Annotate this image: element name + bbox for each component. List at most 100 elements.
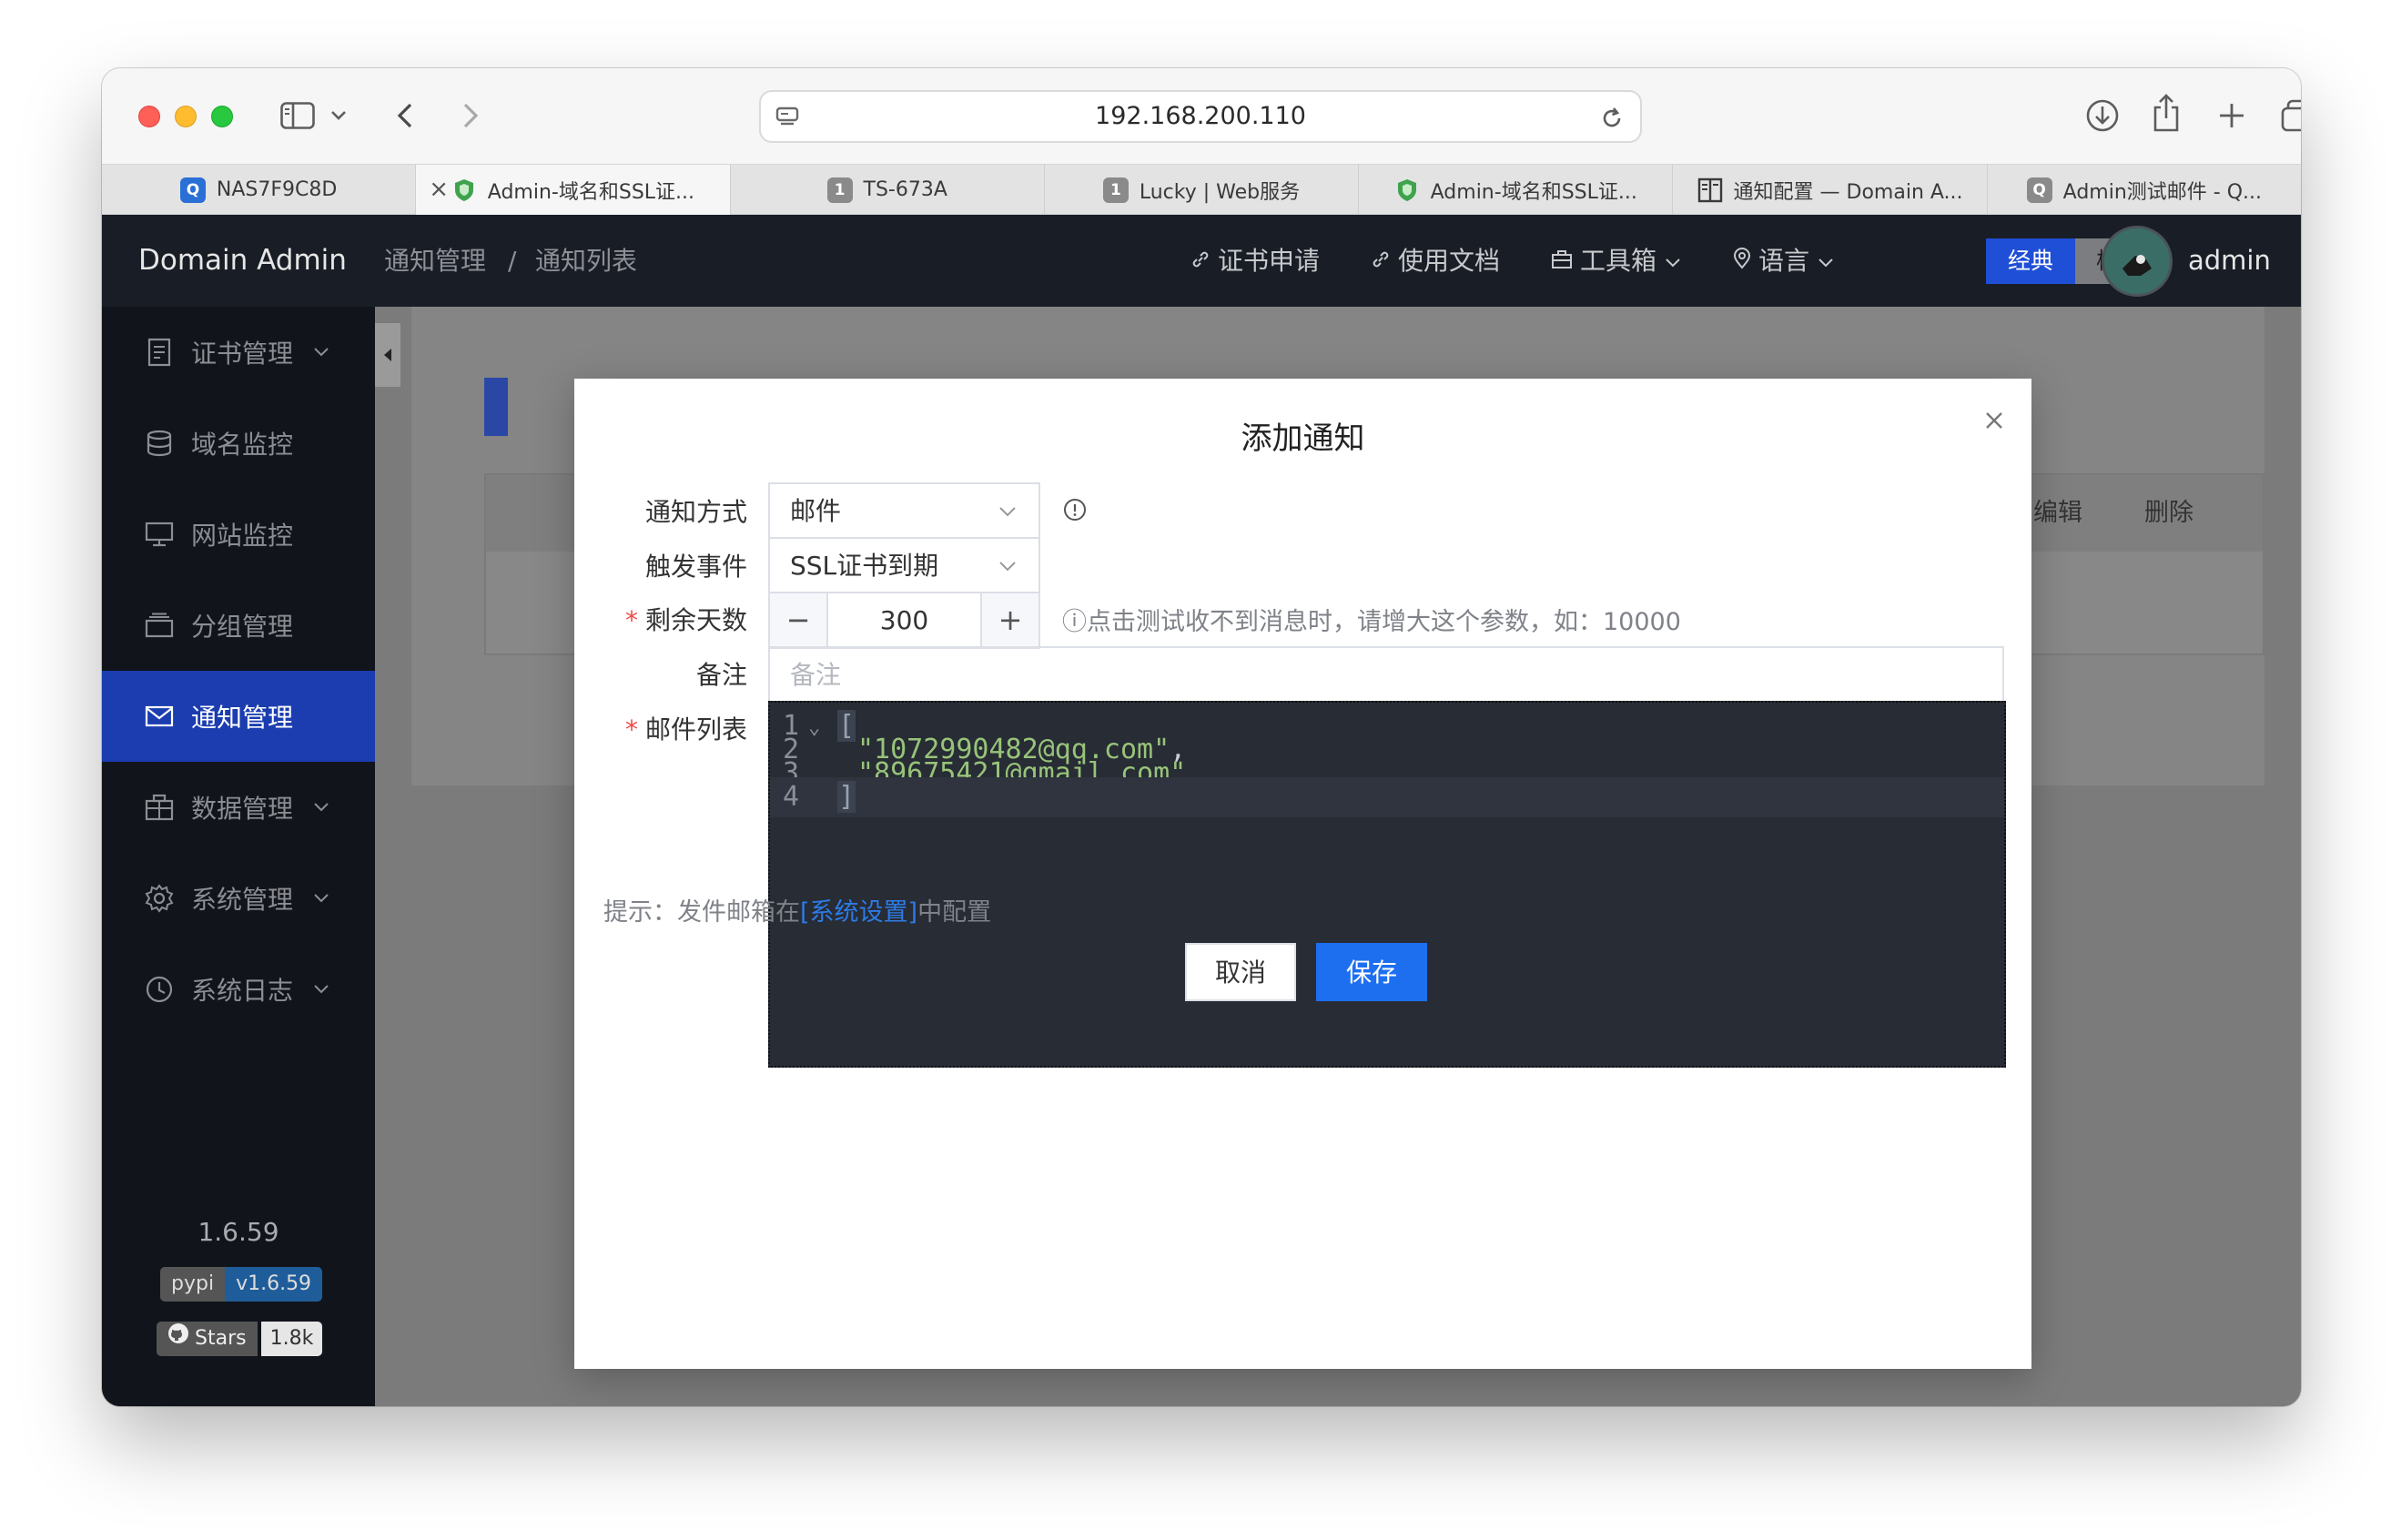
- chevron-down-icon: [313, 889, 329, 908]
- tab-overview-icon[interactable]: [2279, 97, 2301, 134]
- tab-bar: Q NAS7F9C8D × Admin-域名和SSL证... 1 TS-673A…: [102, 165, 2301, 215]
- remaining-days-hint: ⓘ点击测试收不到消息时，请增大这个参数，如：10000: [1062, 608, 1681, 636]
- sidebar-toggle-icon[interactable]: [279, 99, 317, 132]
- tab-title: Admin测试邮件 - Q...: [2062, 180, 2262, 204]
- chevron-down-icon: [313, 798, 329, 817]
- book-icon: [1697, 177, 1723, 203]
- gear-icon: [144, 883, 175, 914]
- email-list-code-editor[interactable]: 1 ⌄ [ 2 "1072990482@qq.com", 3 "89675421…: [768, 701, 2006, 1068]
- new-tab-icon[interactable]: [2215, 99, 2248, 132]
- tab-ts673a[interactable]: 1 TS-673A: [731, 165, 1045, 215]
- q-icon: Q: [179, 177, 206, 203]
- required-mark: *: [624, 605, 638, 635]
- sidebar-item-system-manage[interactable]: 系统管理: [102, 853, 375, 944]
- notify-method-select[interactable]: 邮件: [768, 482, 1040, 540]
- avatar[interactable]: [2102, 226, 2173, 297]
- username[interactable]: admin: [2188, 215, 2271, 307]
- email-list-label: * 邮件列表: [624, 714, 747, 745]
- save-button[interactable]: 保存: [1316, 943, 1427, 1001]
- tab-title: Admin-域名和SSL证...: [1430, 180, 1637, 204]
- close-icon[interactable]: ×: [429, 176, 449, 203]
- tab-title: Lucky | Web服务: [1139, 180, 1301, 204]
- sidebar-item-group-manage[interactable]: 分组管理: [102, 580, 375, 671]
- chevron-down-icon[interactable]: [328, 105, 350, 127]
- reload-icon[interactable]: [1598, 105, 1626, 132]
- tab-nas[interactable]: Q NAS7F9C8D: [102, 165, 417, 215]
- language-menu[interactable]: 语言: [1733, 215, 1835, 307]
- chevron-down-icon: [997, 501, 1018, 522]
- add-notify-dialog: 添加通知 通知方式 邮件 触发事件 SSL证书到期 *剩余天数 − 300 +: [574, 379, 2031, 1369]
- increment-button[interactable]: +: [980, 593, 1038, 647]
- tab-title: NAS7F9C8D: [216, 178, 338, 201]
- database-icon: [144, 428, 175, 459]
- sidebar-item-cert-manage[interactable]: 证书管理: [102, 307, 375, 398]
- toolbox-menu[interactable]: 工具箱: [1551, 215, 1682, 307]
- decrement-button[interactable]: −: [770, 593, 828, 647]
- table-header-delete: 删除: [2144, 499, 2193, 527]
- app-root: Domain Admin 通知管理 / 通知列表 证书申请 使用文档 工具箱 语…: [102, 215, 2301, 1406]
- minimize-window-button[interactable]: [175, 106, 197, 127]
- location-icon: [1733, 215, 1751, 307]
- sidebar: 证书管理 域名监控 网站监控 分组管理 通知管理 数据管理 系统管理 系统日志 …: [102, 307, 375, 1406]
- close-window-button[interactable]: [138, 106, 160, 127]
- clock-icon: [144, 974, 175, 1005]
- remark-input[interactable]: [770, 648, 2002, 702]
- forward-icon[interactable]: [457, 99, 484, 132]
- sidebar-item-domain-monitor[interactable]: 域名监控: [102, 398, 375, 489]
- sidebar-item-notify-manage[interactable]: 通知管理: [102, 671, 375, 762]
- remark-field[interactable]: [768, 646, 2004, 704]
- cancel-button[interactable]: 取消: [1185, 943, 1296, 1001]
- back-icon[interactable]: [391, 99, 419, 132]
- tab-domain-admin-2[interactable]: Admin-域名和SSL证...: [1359, 165, 1674, 215]
- sidebar-item-data-manage[interactable]: 数据管理: [102, 762, 375, 853]
- remark-label: 备注: [695, 660, 747, 690]
- docs-link[interactable]: 使用文档: [1371, 215, 1500, 307]
- share-icon[interactable]: [2150, 92, 2183, 134]
- info-icon[interactable]: [1062, 497, 1088, 522]
- tab-lucky[interactable]: 1 Lucky | Web服务: [1045, 165, 1360, 215]
- breadcrumb-separator: /: [508, 246, 517, 276]
- tab-title: Admin-域名和SSL证...: [487, 180, 695, 204]
- github-stars-badge[interactable]: Stars 1.8k: [157, 1322, 323, 1356]
- zoom-window-button[interactable]: [211, 106, 233, 127]
- config-tip: 提示：发件邮箱在[系统设置]中配置: [603, 898, 992, 927]
- required-mark: *: [624, 714, 638, 745]
- url-text[interactable]: 192.168.200.110: [761, 92, 1640, 141]
- cert-apply-link[interactable]: 证书申请: [1190, 215, 1320, 307]
- add-button-partial[interactable]: [484, 378, 508, 436]
- trigger-event-select[interactable]: SSL证书到期: [768, 537, 1040, 594]
- chevron-down-icon: [1664, 215, 1682, 307]
- tab-domain-admin[interactable]: × Admin-域名和SSL证...: [416, 165, 731, 215]
- browser-window: 192.168.200.110 Q NAS7F9C8D × Admin-域名和S…: [102, 68, 2301, 1406]
- close-icon[interactable]: [1976, 402, 2012, 439]
- system-settings-link[interactable]: [系统设置]: [800, 898, 917, 927]
- mail-icon: [144, 701, 175, 732]
- remaining-days-value[interactable]: 300: [828, 593, 980, 647]
- app-brand[interactable]: Domain Admin: [138, 215, 347, 307]
- tab-notify-config[interactable]: 通知配置 — Domain A...: [1673, 165, 1988, 215]
- notify-method-label: 通知方式: [644, 497, 747, 527]
- shield-icon: [1394, 177, 1420, 203]
- downloads-icon[interactable]: [2084, 97, 2121, 134]
- number-one-icon: 1: [1102, 177, 1129, 203]
- sidebar-item-system-log[interactable]: 系统日志: [102, 944, 375, 1035]
- chevron-down-icon: [313, 343, 329, 362]
- theme-classic-button[interactable]: 经典: [1986, 238, 2075, 284]
- tab-test-mail[interactable]: Q Admin测试邮件 - Q...: [1988, 165, 2301, 215]
- remaining-days-stepper[interactable]: − 300 +: [768, 592, 1040, 649]
- pypi-badge[interactable]: pypi v1.6.59: [160, 1267, 323, 1302]
- shield-icon: [451, 177, 477, 203]
- link-icon: [1190, 215, 1211, 307]
- number-one-icon: 1: [826, 177, 853, 203]
- tab-title: TS-673A: [863, 178, 947, 201]
- link-icon: [1371, 215, 1391, 307]
- trigger-event-label: 触发事件: [644, 552, 747, 582]
- address-bar[interactable]: 192.168.200.110: [759, 90, 1642, 143]
- chevron-down-icon: [313, 980, 329, 999]
- chevron-down-icon: [997, 555, 1018, 577]
- sidebar-collapse-handle[interactable]: [375, 323, 400, 387]
- breadcrumb-notify-manage[interactable]: 通知管理: [384, 215, 486, 307]
- chevron-down-icon: [1817, 215, 1835, 307]
- sidebar-item-site-monitor[interactable]: 网站监控: [102, 489, 375, 580]
- folder-icon: [144, 610, 175, 641]
